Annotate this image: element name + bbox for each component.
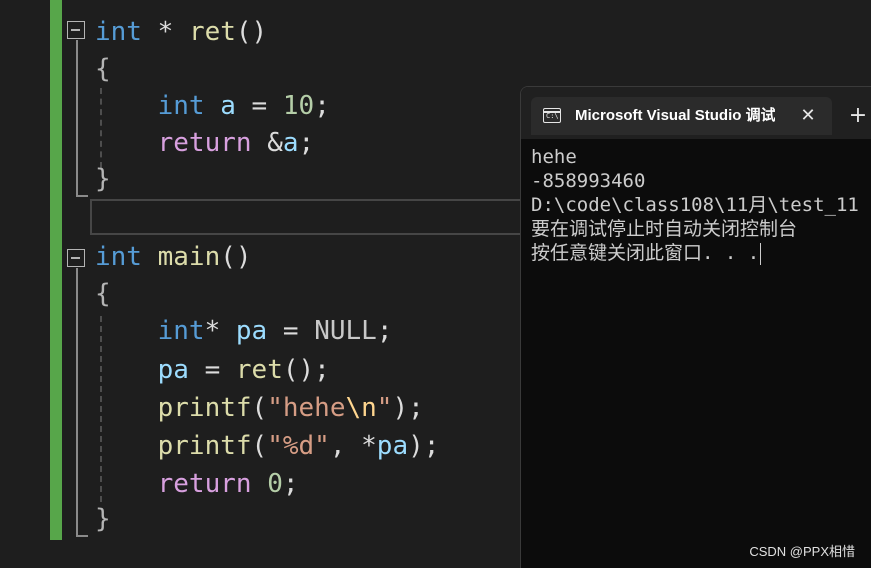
code-token: ; [282, 469, 299, 499]
debug-console-window[interactable]: C:\ Microsoft Visual Studio 调试控制台 ✕ + he… [520, 86, 871, 568]
console-tab-title: Microsoft Visual Studio 调试控制台 [575, 107, 775, 124]
code-token: a [220, 91, 236, 121]
code-line[interactable]: } [95, 500, 111, 538]
code-token: "hehe [267, 393, 346, 423]
terminal-icon-label: C:\ [546, 112, 559, 120]
code-token: " [376, 393, 393, 423]
code-token: } [95, 504, 111, 534]
code-token: pa [157, 355, 189, 385]
code-token: * [204, 316, 236, 346]
fold-line-ret [76, 40, 78, 196]
code-line[interactable]: int* pa = NULL; [95, 312, 393, 350]
code-token: ); [392, 393, 424, 423]
code-token: NULL [314, 316, 377, 346]
code-token: { [95, 279, 111, 309]
code-line[interactable]: } [95, 160, 111, 198]
code-token: printf [157, 431, 252, 461]
code-token: ret [235, 355, 283, 385]
code-token: int [157, 91, 205, 121]
console-tab[interactable]: C:\ Microsoft Visual Studio 调试控制台 ✕ [531, 97, 832, 135]
text-cursor [760, 242, 762, 265]
console-tab-strip: C:\ Microsoft Visual Studio 调试控制台 ✕ + [521, 87, 871, 139]
code-line[interactable]: return 0; [95, 465, 299, 503]
code-token: 10 [282, 91, 315, 121]
code-token: ; [376, 316, 393, 346]
code-token: * [141, 17, 189, 47]
current-line-highlight [90, 199, 530, 235]
code-token: 0 [267, 469, 283, 499]
code-token: pa [376, 431, 409, 461]
code-token: ( [251, 393, 268, 423]
code-token: int [95, 242, 142, 272]
code-line[interactable]: int * ret() [95, 13, 267, 51]
code-line[interactable]: pa = ret(); [95, 351, 330, 389]
code-token: & [251, 128, 283, 158]
code-token: \n [345, 393, 377, 423]
console-line-prompt: 按任意键关闭此窗口. . . [531, 241, 871, 265]
code-token: ); [408, 431, 440, 461]
fold-end-ret [76, 195, 88, 197]
code-token: () [220, 242, 252, 272]
code-token: } [95, 164, 111, 194]
code-token: "%d" [267, 431, 330, 461]
change-tracking-bar [50, 0, 62, 540]
code-token: pa [235, 316, 268, 346]
collapse-main-icon[interactable] [67, 249, 85, 267]
code-token: { [95, 54, 111, 84]
code-token: (); [282, 355, 330, 385]
code-token: = [267, 316, 315, 346]
code-line[interactable]: int a = 10; [95, 87, 330, 125]
console-prompt-text: 按任意键关闭此窗口. . . [531, 242, 760, 264]
code-token: a [282, 128, 299, 158]
code-token: main [157, 242, 221, 272]
fold-line-main [76, 268, 78, 536]
code-token: ; [298, 128, 315, 158]
code-line[interactable]: int main() [95, 238, 252, 276]
console-line: hehe [531, 146, 577, 168]
console-line: 要在调试停止时自动关闭控制台 [531, 218, 798, 240]
console-output: hehe -858993460 D:\code\class108\11月\tes… [531, 145, 871, 265]
code-token: ( [251, 431, 268, 461]
code-token: ret [188, 17, 236, 47]
terminal-icon: C:\ [543, 108, 561, 123]
code-line[interactable]: printf("hehe\n"); [95, 389, 424, 427]
new-tab-button[interactable]: + [847, 99, 869, 133]
code-token: = [235, 91, 283, 121]
watermark: CSDN @PPX相惜 [749, 544, 855, 559]
code-token: return [157, 128, 252, 158]
code-line[interactable]: { [95, 275, 111, 313]
code-token: ; [314, 91, 330, 121]
fold-end-main [76, 535, 88, 537]
code-line[interactable]: printf("%d", *pa); [95, 427, 440, 465]
code-token: int [157, 316, 205, 346]
console-line: D:\code\class108\11月\test_11 [531, 194, 859, 216]
code-line[interactable]: { [95, 50, 111, 88]
code-token: , * [329, 431, 377, 461]
code-token: () [235, 17, 268, 47]
code-line[interactable]: return &a; [95, 124, 315, 162]
code-token: = [188, 355, 236, 385]
console-line: -858993460 [531, 170, 646, 192]
collapse-ret-icon[interactable] [67, 21, 85, 39]
close-icon[interactable]: ✕ [797, 97, 819, 135]
code-token: return [157, 469, 252, 499]
code-token: printf [157, 393, 252, 423]
code-token: int [95, 17, 142, 47]
